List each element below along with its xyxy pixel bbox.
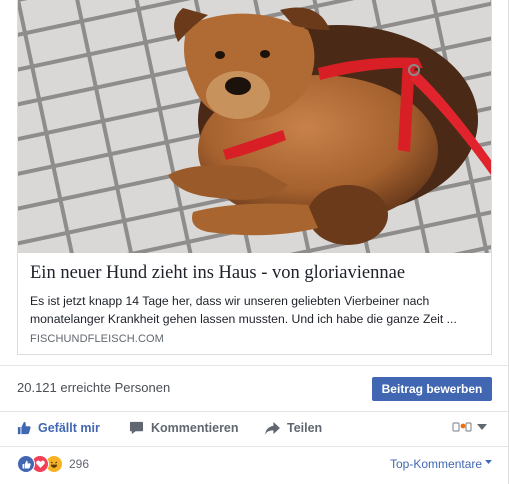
divider bbox=[0, 411, 508, 412]
link-domain: FISCHUNDFLEISCH.COM bbox=[30, 333, 164, 345]
reach-stat[interactable]: 20.121 erreichte Personen bbox=[17, 380, 170, 395]
divider bbox=[0, 446, 508, 447]
link-preview-image[interactable] bbox=[18, 0, 491, 253]
divider bbox=[0, 365, 508, 366]
audience-selector[interactable] bbox=[452, 421, 487, 433]
share-label: Teilen bbox=[287, 421, 323, 435]
comment-sort-dropdown[interactable]: Top-Kommentare bbox=[390, 457, 492, 471]
chevron-down-icon bbox=[477, 424, 487, 430]
like-label: Gefällt mir bbox=[38, 421, 100, 435]
link-title[interactable]: Ein neuer Hund zieht ins Haus - von glor… bbox=[30, 263, 485, 284]
boost-post-button[interactable]: Beitrag bewerben bbox=[372, 377, 492, 401]
reaction-summary[interactable]: 296 bbox=[17, 455, 89, 473]
like-reaction-icon bbox=[17, 455, 35, 473]
comment-label: Kommentieren bbox=[151, 421, 239, 435]
chevron-down-icon bbox=[485, 459, 492, 464]
thumbs-up-icon bbox=[17, 421, 31, 435]
dog-photo bbox=[18, 0, 491, 253]
link-description: Es ist jetzt knapp 14 Tage her, dass wir… bbox=[30, 294, 457, 326]
share-arrow-icon bbox=[265, 421, 280, 435]
reaction-count: 296 bbox=[69, 457, 90, 471]
share-button[interactable]: Teilen bbox=[265, 418, 322, 438]
comment-sort-label: Top-Kommentare bbox=[390, 457, 483, 471]
like-button[interactable]: Gefällt mir bbox=[17, 418, 100, 438]
comment-button[interactable]: Kommentieren bbox=[129, 418, 239, 438]
feed-post: Ein neuer Hund zieht ins Haus - von glor… bbox=[0, 0, 509, 484]
pages-icon bbox=[452, 422, 472, 432]
link-preview-card[interactable]: Ein neuer Hund zieht ins Haus - von glor… bbox=[17, 0, 492, 355]
comment-icon bbox=[129, 421, 144, 435]
